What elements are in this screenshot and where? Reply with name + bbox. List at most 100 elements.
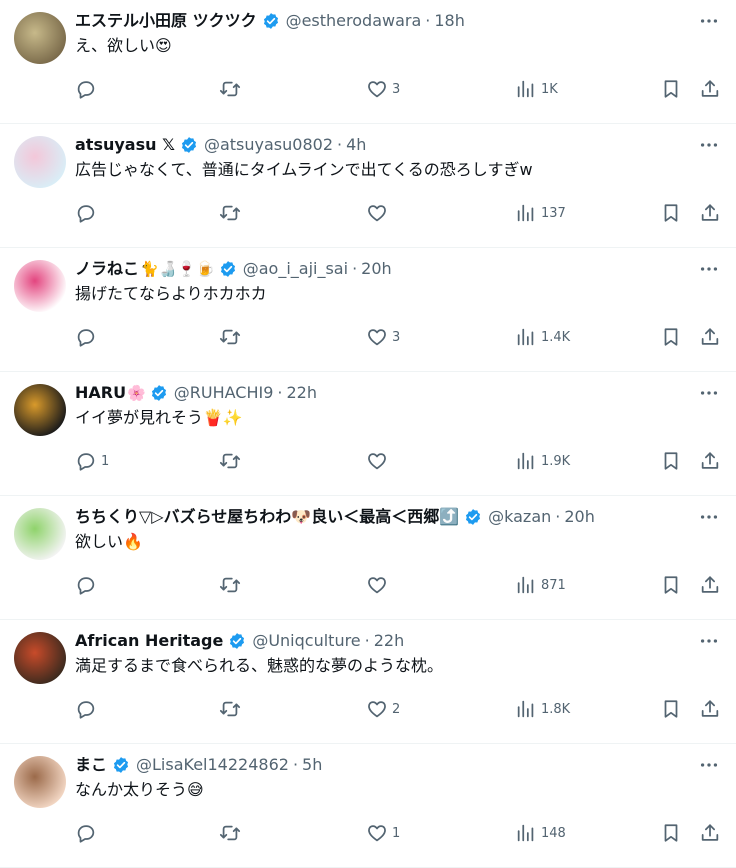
share-button[interactable] [699, 446, 721, 476]
display-name[interactable]: エステル小田原 ツクツク [75, 10, 257, 32]
more-icon[interactable] [696, 8, 722, 34]
share-icon [701, 80, 719, 97]
bookmark-button[interactable] [660, 198, 682, 228]
more-icon[interactable] [696, 628, 722, 654]
retweet-button[interactable] [219, 570, 245, 600]
timestamp[interactable]: 5h [302, 754, 322, 776]
views-count: 137 [541, 205, 566, 221]
views-button[interactable]: 1K [515, 74, 558, 104]
avatar[interactable] [14, 384, 66, 436]
tweet[interactable]: atsuyasu 𝕏 @atsuyasu0802 · 4h 広告じゃなくて、普通… [0, 124, 736, 248]
like-icon [368, 825, 386, 842]
more-icon[interactable] [696, 504, 722, 530]
timestamp[interactable]: 4h [346, 134, 366, 156]
reply-button[interactable] [75, 198, 101, 228]
retweet-button[interactable] [219, 74, 245, 104]
handle[interactable]: @ao_i_aji_sai [243, 258, 348, 280]
handle[interactable]: @Uniqculture [252, 630, 360, 652]
bookmark-icon [664, 700, 678, 718]
reply-button[interactable] [75, 322, 101, 352]
bookmark-icon [664, 824, 678, 842]
avatar[interactable] [14, 756, 66, 808]
share-button[interactable] [699, 694, 721, 724]
retweet-button[interactable] [219, 446, 245, 476]
like-icon [368, 81, 386, 98]
like-button[interactable]: 3 [366, 322, 400, 352]
retweet-button[interactable] [219, 818, 245, 848]
display-name[interactable]: まこ [75, 754, 107, 776]
reply-icon [77, 577, 95, 595]
reply-button[interactable] [75, 818, 101, 848]
tweet[interactable]: エステル小田原 ツクツク @estherodawara · 18h え、欲しい😍 [0, 0, 736, 124]
share-button[interactable] [699, 818, 721, 848]
like-button[interactable]: 2 [366, 694, 400, 724]
reply-button[interactable] [75, 570, 101, 600]
tweet[interactable]: まこ @LisaKel14224862 · 5h なんか太りそう😅 1 148 [0, 744, 736, 868]
avatar[interactable] [14, 136, 66, 188]
views-button[interactable]: 137 [515, 198, 566, 228]
avatar[interactable] [14, 632, 66, 684]
separator-dot: · [337, 135, 343, 154]
views-button[interactable]: 1.4K [515, 322, 570, 352]
like-icon [368, 453, 386, 470]
like-icon [368, 205, 386, 222]
like-button[interactable] [366, 446, 392, 476]
share-button[interactable] [699, 322, 721, 352]
views-button[interactable]: 871 [515, 570, 566, 600]
like-button[interactable] [366, 570, 392, 600]
handle[interactable]: @kazan [488, 506, 551, 528]
timestamp[interactable]: 20h [564, 506, 595, 528]
tweet[interactable]: ノラねこ 🐈🍶🍷🍺 @ao_i_aji_sai · 20h 揚げたてならよりホカ… [0, 248, 736, 372]
timestamp[interactable]: 22h [287, 382, 318, 404]
more-icon[interactable] [696, 256, 722, 282]
handle[interactable]: @RUHACHI9 [174, 382, 274, 404]
like-button[interactable] [366, 198, 392, 228]
display-name[interactable]: ノラねこ [75, 258, 139, 280]
reply-button[interactable] [75, 74, 101, 104]
avatar[interactable] [14, 508, 66, 560]
retweet-button[interactable] [219, 322, 245, 352]
tweet[interactable]: ちちくり▽▷バズらせ屋ちわわ🐶良い＜最高＜西郷⤴️ @kazan · 20h 欲… [0, 496, 736, 620]
retweet-icon [219, 825, 241, 841]
retweet-button[interactable] [219, 694, 245, 724]
bookmark-button[interactable] [660, 322, 682, 352]
tweet-header: ちちくり▽▷バズらせ屋ちわわ🐶良い＜最高＜西郷⤴️ @kazan · 20h [75, 506, 682, 528]
more-icon[interactable] [696, 132, 722, 158]
views-button[interactable]: 1.9K [515, 446, 570, 476]
bookmark-button[interactable] [660, 446, 682, 476]
retweet-button[interactable] [219, 198, 245, 228]
timeline: エステル小田原 ツクツク @estherodawara · 18h え、欲しい😍 [0, 0, 736, 868]
tweet[interactable]: HARU 🌸 @RUHACHI9 · 22h イイ夢が見れそう🍟✨ 1 1.9K [0, 372, 736, 496]
views-button[interactable]: 1.8K [515, 694, 570, 724]
handle[interactable]: @LisaKel14224862 [136, 754, 289, 776]
bookmark-button[interactable] [660, 74, 682, 104]
timestamp[interactable]: 18h [434, 10, 465, 32]
reply-button[interactable] [75, 694, 101, 724]
share-button[interactable] [699, 74, 721, 104]
share-button[interactable] [699, 570, 721, 600]
bookmark-button[interactable] [660, 818, 682, 848]
reply-button[interactable]: 1 [75, 446, 109, 476]
bookmark-button[interactable] [660, 694, 682, 724]
more-icon[interactable] [696, 752, 722, 778]
share-button[interactable] [699, 198, 721, 228]
avatar[interactable] [14, 260, 66, 312]
display-name[interactable]: HARU [75, 382, 126, 404]
handle[interactable]: @atsuyasu0802 [204, 134, 333, 156]
more-icon[interactable] [696, 380, 722, 406]
timestamp[interactable]: 22h [374, 630, 405, 652]
display-name[interactable]: ちちくり▽▷バズらせ屋ちわわ🐶良い＜最高＜西郷⤴️ [75, 506, 459, 528]
bookmark-button[interactable] [660, 570, 682, 600]
avatar[interactable] [14, 12, 66, 64]
tweet[interactable]: African Heritage @Uniqculture · 22h 満足する… [0, 620, 736, 744]
display-name[interactable]: atsuyasu 𝕏 [75, 134, 175, 156]
like-button[interactable]: 1 [366, 818, 400, 848]
verified-badge-icon [220, 261, 235, 277]
like-button[interactable]: 3 [366, 74, 400, 104]
handle[interactable]: @estherodawara [286, 10, 422, 32]
bookmark-icon [664, 452, 678, 470]
display-name[interactable]: African Heritage [75, 630, 223, 652]
timestamp[interactable]: 20h [361, 258, 392, 280]
views-button[interactable]: 148 [515, 818, 566, 848]
share-icon [701, 328, 719, 345]
